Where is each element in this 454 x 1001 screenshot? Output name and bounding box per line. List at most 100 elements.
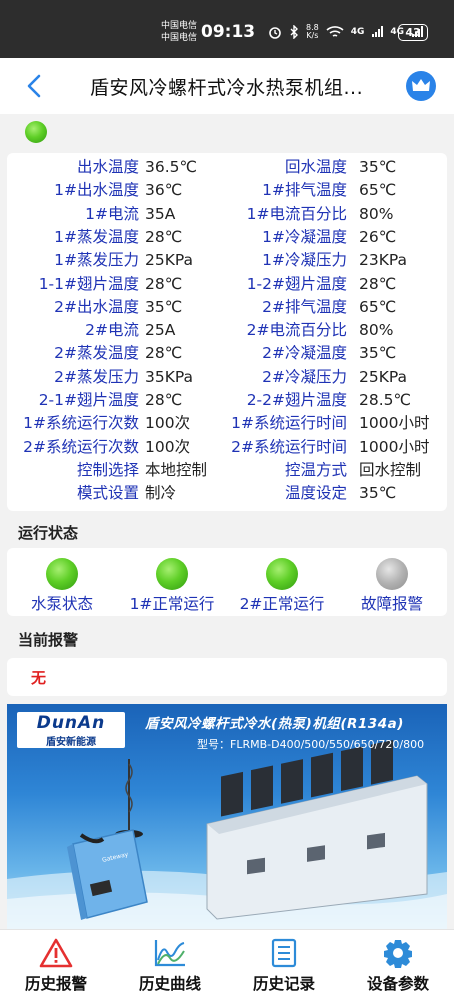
param-label: 2#排气温度 (262, 297, 347, 316)
param-label: 2#系统运行时间 (231, 437, 347, 456)
param-value: 28℃ (145, 344, 183, 363)
param-value: 28.5℃ (359, 391, 411, 409)
param-row: 2#出水温度 35℃ 2#排气温度 65℃ (7, 296, 447, 319)
carrier-label: 中国电信 中国电信 (161, 20, 197, 44)
connection-status-indicator (25, 121, 47, 143)
signal-1-label: 4G (350, 27, 365, 37)
param-row: 1#出水温度 36℃ 1#排气温度 65℃ (7, 179, 447, 202)
product-banner: DunAn 盾安新能源 盾安风冷螺杆式冷水(热泵)机组(R134a) 型号：FL… (7, 704, 447, 929)
status-indicator-dot (266, 558, 298, 590)
param-label: 2-1#翅片温度 (38, 391, 139, 409)
param-value: 28℃ (145, 227, 183, 246)
param-value: 35℃ (359, 158, 397, 176)
run-status-item: 1#正常运行 (117, 558, 227, 614)
param-value: 100次 (145, 414, 191, 433)
param-label: 2#出水温度 (54, 297, 139, 316)
param-label: 1#蒸发温度 (54, 227, 139, 246)
run-status-label: 1#正常运行 (129, 595, 215, 613)
app-header: 盾安风冷螺杆式冷水热泵机组... (0, 58, 454, 114)
param-value: 28℃ (145, 274, 183, 293)
run-status-item: 故障报警 (337, 558, 447, 614)
status-bar: 中国电信 中国电信 09:13 8.8 K/s 4G 4G 43 (0, 0, 454, 58)
param-label: 2#蒸发温度 (54, 344, 139, 363)
wifi-icon (326, 26, 344, 37)
tab-history-alarm[interactable]: 历史报警 (6, 938, 106, 994)
param-value: 28℃ (145, 391, 183, 409)
param-value: 100次 (145, 437, 191, 456)
tab-history-alarm-label: 历史报警 (24, 975, 87, 993)
param-value: 1000小时 (359, 437, 430, 456)
banner-title: 盾安风冷螺杆式冷水(热泵)机组(R134a) (145, 716, 404, 732)
param-label: 1#电流 (85, 204, 139, 223)
crown-icon (412, 79, 430, 91)
param-row: 控制选择 本地控制 控温方式 回水控制 (7, 459, 447, 482)
net-speed-unit: K/s (306, 31, 319, 40)
status-indicator-dot (376, 558, 408, 590)
back-arrow-icon[interactable] (22, 72, 48, 100)
logo-main-text: DunAn (36, 713, 106, 733)
warning-icon (39, 938, 73, 968)
param-label: 温度设定 (284, 484, 347, 503)
gear-icon (384, 940, 412, 968)
tab-history-curve-label: 历史曲线 (138, 975, 201, 993)
status-indicator-dot (46, 558, 78, 590)
param-label: 控制选择 (76, 460, 139, 479)
document-icon (271, 938, 297, 968)
param-value: 本地控制 (145, 460, 208, 479)
param-value: 65℃ (359, 181, 397, 200)
carrier-1: 中国电信 (161, 21, 198, 31)
param-value: 36℃ (145, 181, 183, 200)
param-value: 1000小时 (359, 414, 430, 433)
param-row: 1-1#翅片温度 28℃ 1-2#翅片温度 28℃ (7, 273, 447, 296)
param-value: 25A (145, 321, 176, 340)
parameters-panel: 出水温度 36.5℃ 回水温度 35℃ 1#出水温度 36℃ 1#排气温度 65℃ 1#电流 35… (7, 153, 447, 511)
param-row: 1#电流 35A 1#电流百分比 80% (7, 203, 447, 226)
run-status-panel: 水泵状态 1#正常运行 2#正常运行 故障报警 (7, 548, 447, 616)
page-title: 盾安风冷螺杆式冷水热泵机组... (90, 77, 364, 99)
param-value: 23KPa (359, 251, 408, 270)
clock: 09:13 (201, 22, 256, 42)
tab-history-record-label: 历史记录 (252, 975, 315, 993)
alarm-text: 无 (31, 669, 47, 687)
param-label: 1#电流百分比 (246, 204, 347, 223)
param-value: 36.5℃ (145, 158, 197, 176)
param-label: 出水温度 (76, 158, 139, 176)
param-value: 35KPa (145, 367, 194, 386)
run-status-title: 运行状态 (18, 524, 79, 542)
tab-device-params[interactable]: 设备参数 (348, 938, 448, 994)
param-row: 1#蒸发温度 28℃ 1#冷凝温度 26℃ (7, 226, 447, 249)
run-status-item: 2#正常运行 (227, 558, 337, 614)
carrier-2: 中国电信 (161, 33, 198, 43)
param-label: 2#冷凝温度 (262, 344, 347, 363)
tab-history-curve[interactable]: 历史曲线 (120, 938, 220, 994)
param-label: 回水温度 (284, 158, 347, 176)
param-row: 1#系统运行次数 100次 1#系统运行时间 1000小时 (7, 412, 447, 435)
battery-icon: 43 (398, 24, 428, 41)
param-label: 1#冷凝温度 (262, 227, 347, 246)
param-value: 35A (145, 204, 176, 223)
alarm-clock-icon (269, 27, 281, 39)
param-value: 65℃ (359, 297, 397, 316)
logo-sub-text: 盾安新能源 (46, 737, 96, 748)
banner-model: 型号：FLRMB-D400/500/550/650/720/800 (197, 738, 425, 751)
param-row: 2#蒸发压力 35KPa 2#冷凝压力 25KPa (7, 366, 447, 389)
param-value: 35℃ (359, 344, 397, 363)
param-label: 2#蒸发压力 (54, 367, 139, 386)
vip-button[interactable] (406, 71, 436, 101)
param-label: 2#电流百分比 (246, 321, 347, 340)
param-value: 35℃ (145, 297, 183, 316)
net-speed: 8.8 K/s (306, 24, 319, 40)
param-label: 模式设置 (76, 484, 139, 503)
bottom-tab-bar: 历史报警 历史曲线 历史记录 设备参数 (0, 929, 454, 1001)
param-value: 回水控制 (359, 460, 422, 479)
bluetooth-icon (290, 25, 298, 39)
param-label: 1#冷凝压力 (262, 251, 347, 270)
param-label: 2#冷凝压力 (262, 367, 347, 386)
run-status-item: 水泵状态 (7, 558, 117, 614)
param-row: 模式设置 制冷 温度设定 35℃ (7, 482, 447, 505)
tab-history-record[interactable]: 历史记录 (234, 938, 334, 994)
param-value: 28℃ (359, 274, 397, 293)
status-indicator-dot (156, 558, 188, 590)
current-alarm-panel: 无 (7, 658, 447, 696)
param-row: 2-1#翅片温度 28℃ 2-2#翅片温度 28.5℃ (7, 389, 447, 412)
